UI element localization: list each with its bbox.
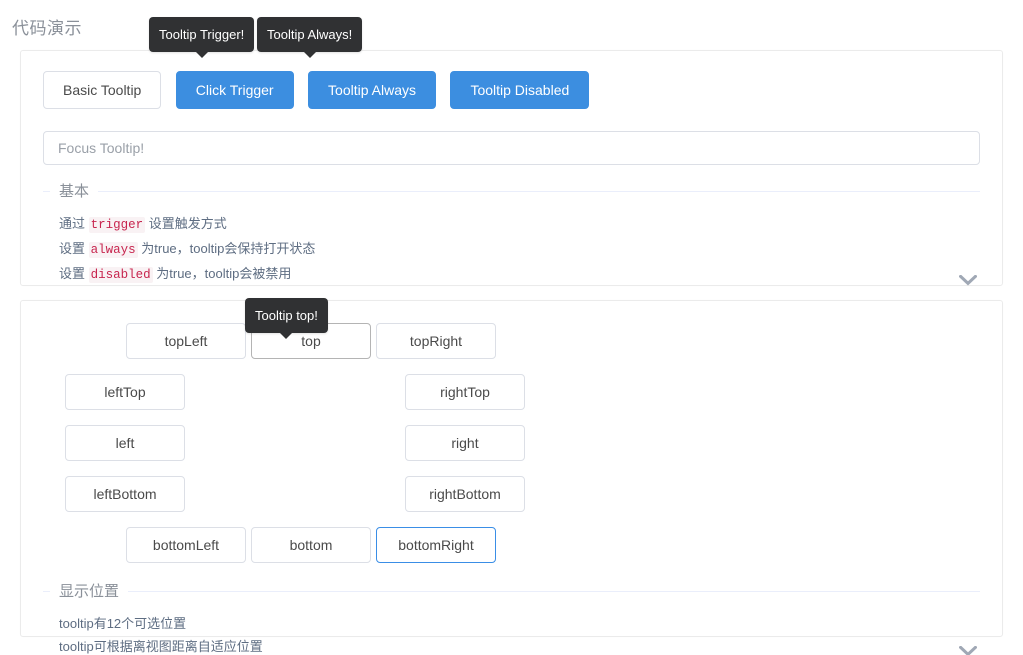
basic-legend-text: 基本 (50, 184, 99, 200)
tooltip-click-trigger: Tooltip Trigger! (149, 17, 255, 58)
focus-tooltip-input-wrapper (43, 131, 980, 165)
description-line: 设置 always 为true，tooltip会保持打开状态 (59, 238, 980, 261)
page-title: 代码演示 (12, 19, 82, 38)
tooltip-arrow-down-icon (195, 52, 208, 58)
position-row-bottom: bottomLeft bottom bottomRight (126, 527, 980, 563)
chevron-down-icon (959, 645, 977, 655)
desc-post: 为true，tooltip会保持打开状态 (137, 241, 316, 256)
basic-button-row: Basic Tooltip Click Trigger Tooltip Alwa… (43, 71, 980, 109)
desc-post: 为true，tooltip会被禁用 (152, 266, 292, 281)
position-button-grid: topLeft top topRight leftTop rightTop le… (43, 307, 980, 569)
position-button-lefttop[interactable]: leftTop (65, 374, 185, 410)
position-button-bottom[interactable]: bottom (251, 527, 371, 563)
position-legend: 显示位置 (43, 583, 980, 600)
position-button-topleft[interactable]: topLeft (126, 323, 246, 359)
position-legend-text: 显示位置 (50, 584, 129, 600)
position-row-left-right: left right (65, 425, 525, 461)
position-tooltip-demo-card: Tooltip top! topLeft top topRight leftTo… (20, 298, 1003, 655)
tooltip-always-text: Tooltip Always! (267, 27, 353, 42)
position-demo-body: Tooltip top! topLeft top topRight leftTo… (21, 298, 1002, 569)
position-button-right[interactable]: right (405, 425, 525, 461)
position-button-leftbottom[interactable]: leftBottom (65, 476, 185, 512)
desc-pre: 设置 (59, 241, 89, 256)
click-trigger-button[interactable]: Click Trigger (175, 71, 294, 109)
code-always: always (88, 242, 138, 258)
code-disabled: disabled (88, 267, 153, 283)
desc-post: 设置触发方式 (145, 216, 227, 231)
basic-tooltip-button[interactable]: Basic Tooltip (43, 71, 162, 109)
position-row-lefttop-righttop: leftTop rightTop (65, 374, 525, 410)
basic-demo-body: Tooltip Trigger! Tooltip Always! Basic T… (21, 17, 1002, 165)
tooltip-click-trigger-text: Tooltip Trigger! (159, 27, 245, 42)
tooltip-always-button[interactable]: Tooltip Always (308, 71, 436, 109)
legend-divider (43, 591, 980, 592)
tooltip-arrow-down-icon (303, 52, 316, 58)
tooltip-disabled-button[interactable]: Tooltip Disabled (450, 71, 590, 109)
position-button-rightbottom[interactable]: rightBottom (405, 476, 525, 512)
position-description-block: 显示位置 tooltip有12个可选位置 tooltip可根据离视图距离自适应位… (21, 583, 1002, 655)
basic-expand-code-toggle[interactable] (954, 268, 982, 292)
focus-tooltip-input[interactable] (43, 131, 980, 165)
basic-tooltip-demo-card: Tooltip Trigger! Tooltip Always! Basic T… (20, 17, 1003, 286)
position-button-left[interactable]: left (65, 425, 185, 461)
position-button-bottomright[interactable]: bottomRight (376, 527, 496, 563)
basic-legend: 基本 (43, 183, 980, 200)
position-description-lines: tooltip有12个可选位置 tooltip可根据离视图距离自适应位置 (43, 613, 980, 655)
position-expand-code-toggle[interactable] (954, 639, 982, 655)
position-button-righttop[interactable]: rightTop (405, 374, 525, 410)
position-button-bottomleft[interactable]: bottomLeft (126, 527, 246, 563)
chevron-down-icon (959, 274, 977, 285)
description-line: 设置 disabled 为true，tooltip会被禁用 (59, 263, 980, 286)
code-trigger: trigger (88, 217, 146, 233)
position-row-leftbottom-rightbottom: leftBottom rightBottom (65, 476, 525, 512)
basic-description-lines: 通过 trigger 设置触发方式 设置 always 为true，toolti… (43, 213, 980, 286)
tooltip-demo-page: 代码演示 Tooltip Trigger! Tooltip Always! Ba… (0, 0, 1023, 655)
description-line: tooltip可根据离视图距离自适应位置 (59, 639, 263, 654)
desc-pre: 设置 (59, 266, 89, 281)
description-line: 通过 trigger 设置触发方式 (59, 213, 980, 236)
tooltip-always: Tooltip Always! (257, 17, 363, 58)
desc-pre: 通过 (59, 216, 89, 231)
legend-divider (43, 191, 980, 192)
position-button-topright[interactable]: topRight (376, 323, 496, 359)
description-line: tooltip有12个可选位置 (59, 616, 187, 631)
tooltip-top-text: Tooltip top! (255, 308, 318, 323)
tooltip-arrow-down-icon (280, 333, 293, 339)
basic-description-block: 基本 通过 trigger 设置触发方式 设置 always 为true，too… (21, 183, 1002, 302)
tooltip-top: Tooltip top! (245, 298, 328, 339)
